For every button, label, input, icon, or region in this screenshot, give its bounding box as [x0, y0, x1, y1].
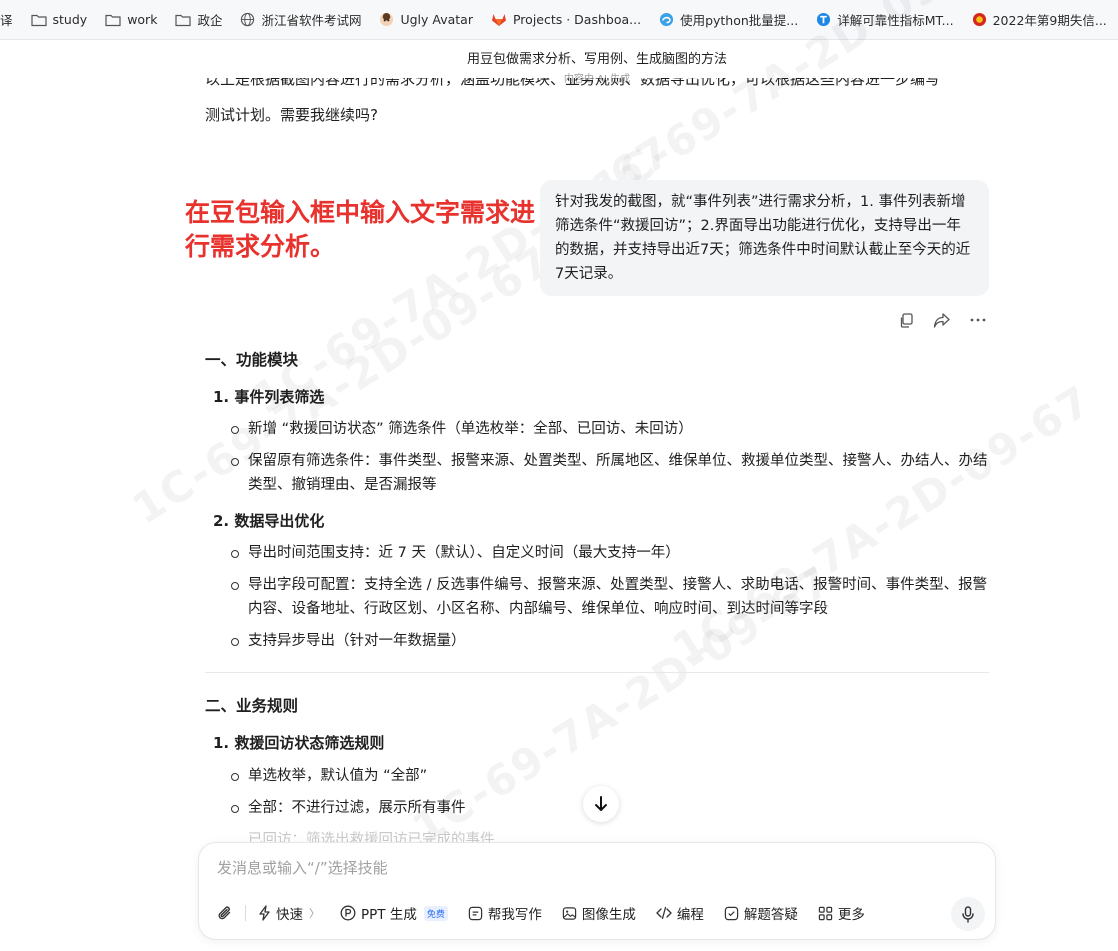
tool-label: 快速 — [276, 907, 303, 923]
emblem-icon — [972, 12, 986, 27]
bookmarks-bar: 译 study work 政企 浙江省软件考试网 Ugly Avatar Pro… — [0, 0, 1118, 40]
skill-toolbar: 快速〉 PPT 生成 免费 帮我写作 图像生成 编程 解题答疑 更多 — [213, 899, 875, 927]
bookmark-zhengqi[interactable]: 政企 — [166, 0, 231, 39]
image-icon — [562, 906, 577, 920]
list-item: 导出时间范围支持：近 7 天（默认）、自定义时间（最大支持一年） — [231, 541, 993, 565]
writing-button[interactable]: 帮我写作 — [458, 899, 552, 927]
code-icon — [655, 906, 672, 920]
previous-message-clipped-line: 以上是根据截图内容进行的需求分析，涵盖功能模块、业务规则、数据导出优化，可以根据… — [205, 78, 990, 92]
bookmark-zhejiang-exam[interactable]: 浙江省软件考试网 — [231, 0, 370, 39]
toolbar-separator — [245, 905, 246, 921]
paperclip-icon — [218, 906, 231, 919]
bookmark-python-batch[interactable]: 使用python批量提... — [650, 0, 807, 39]
microphone-icon — [962, 905, 974, 923]
bookmark-study[interactable]: study — [22, 0, 97, 39]
bookmark-label: 使用python批量提... — [680, 13, 799, 28]
write-icon — [468, 906, 483, 920]
chevron-right-icon: 〉 — [309, 907, 320, 920]
bookmark-label: 浙江省软件考试网 — [261, 13, 362, 28]
tool-label: 编程 — [676, 907, 704, 923]
bookmark-label: 政企 — [197, 13, 223, 28]
bookmark-ugly-avatar[interactable]: Ugly Avatar — [370, 0, 482, 39]
section-divider — [205, 672, 989, 673]
bookmark-translate[interactable]: 译 — [0, 0, 22, 39]
bookmark-credit-notice[interactable]: 2022年第9期失信... — [963, 0, 1116, 39]
bookmark-label: 详解可靠性指标MT... — [837, 13, 954, 28]
grid-icon — [818, 906, 833, 920]
tool-label: 解题答疑 — [743, 907, 798, 923]
free-badge: 免费 — [423, 905, 448, 921]
item-title: 1. 事件列表筛选 — [213, 388, 325, 406]
folder-icon — [175, 14, 192, 26]
message-actions — [896, 310, 988, 330]
tool-label: 更多 — [837, 907, 865, 923]
bookmark-label: Projects · Dashboa... — [512, 12, 642, 27]
section-title: 一、功能模块 — [205, 351, 299, 369]
copy-icon — [900, 312, 913, 328]
share-button[interactable] — [932, 310, 952, 330]
bookmark-label: 译 — [0, 13, 13, 28]
attach-button[interactable] — [213, 899, 243, 927]
image-generate-button[interactable]: 图像生成 — [552, 899, 646, 927]
annotation-text: 在豆包输入框中输入文字需求进行需求分析。 — [185, 198, 536, 261]
tool-label: PPT 生成 — [361, 907, 417, 923]
user-message-bubble: 针对我发的截图，就“事件列表”进行需求分析，1. 事件列表新增筛选条件“救援回访… — [540, 180, 989, 296]
scroll-to-bottom-button[interactable] — [583, 786, 619, 822]
list-item: 单选枚举，默认值为 “全部” — [231, 764, 993, 788]
lightning-icon — [259, 905, 270, 921]
list-item: 新增 “救援回访状态” 筛选条件（单选枚举：全部、已回访、未回访） — [231, 417, 993, 441]
item-title: 1. 救援回访状态筛选规则 — [213, 734, 385, 752]
list-item: 保留原有筛选条件：事件类型、报警来源、处置类型、所属地区、维保单位、救援单位类型… — [231, 449, 993, 497]
list-item: 支持异步导出（针对一年数据量） — [231, 629, 993, 653]
more-skills-button[interactable]: 更多 — [808, 899, 875, 927]
ppt-generate-button[interactable]: PPT 生成 免费 — [330, 899, 458, 927]
section-title: 二、业务规则 — [205, 697, 299, 715]
previous-message-line2: 测试计划。需要我继续吗? — [205, 106, 378, 124]
more-icon — [970, 318, 986, 322]
folder-icon — [105, 14, 121, 26]
bookmark-label: work — [127, 12, 158, 27]
coding-button[interactable]: 编程 — [646, 899, 714, 927]
previous-message-line1: 以上是根据截图内容进行的需求分析，涵盖功能模块、业务规则、数据导出优化，可以根据… — [205, 78, 941, 88]
bookmark-mttr-article[interactable]: 详解可靠性指标MT... — [807, 0, 962, 39]
bookmark-label: 2022年第9期失信... — [992, 13, 1107, 28]
folder-icon — [30, 14, 47, 26]
conversation-title: 用豆包做需求分析、写用例、生成脑图的方法 — [466, 52, 727, 67]
bookmark-label: study — [52, 12, 88, 27]
bookmark-label: Ugly Avatar — [400, 12, 473, 27]
avatar-icon — [380, 12, 394, 27]
swirl-icon — [660, 12, 674, 27]
tool-label: 帮我写作 — [487, 907, 542, 923]
problem-solve-button[interactable]: 解题答疑 — [714, 899, 808, 927]
arrow-down-icon — [595, 796, 607, 811]
list-item: 导出字段可配置：支持全选 / 反选事件编号、报警来源、处置类型、接警人、求助电话… — [231, 573, 993, 621]
item-title: 2. 数据导出优化 — [213, 512, 325, 530]
tool-label: 图像生成 — [581, 907, 636, 923]
list-item: 全部：不进行过滤，展示所有事件 — [231, 796, 993, 820]
solve-icon — [724, 906, 739, 920]
copy-button[interactable] — [896, 310, 916, 330]
ppt-icon — [340, 905, 356, 921]
gitlab-icon — [491, 14, 506, 26]
chat-input-box: 快速〉 PPT 生成 免费 帮我写作 图像生成 编程 解题答疑 更多 — [198, 842, 996, 940]
globe-icon — [241, 12, 255, 27]
share-icon — [933, 312, 950, 328]
voice-input-button[interactable] — [951, 897, 985, 931]
bookmark-work[interactable]: work — [96, 0, 166, 39]
bookmark-gitlab-projects[interactable]: Projects · Dashboa... — [482, 0, 650, 39]
message-input[interactable] — [217, 859, 937, 877]
t-circle-icon — [817, 12, 831, 27]
more-button[interactable] — [968, 310, 988, 330]
fast-mode-button[interactable]: 快速〉 — [248, 899, 330, 927]
